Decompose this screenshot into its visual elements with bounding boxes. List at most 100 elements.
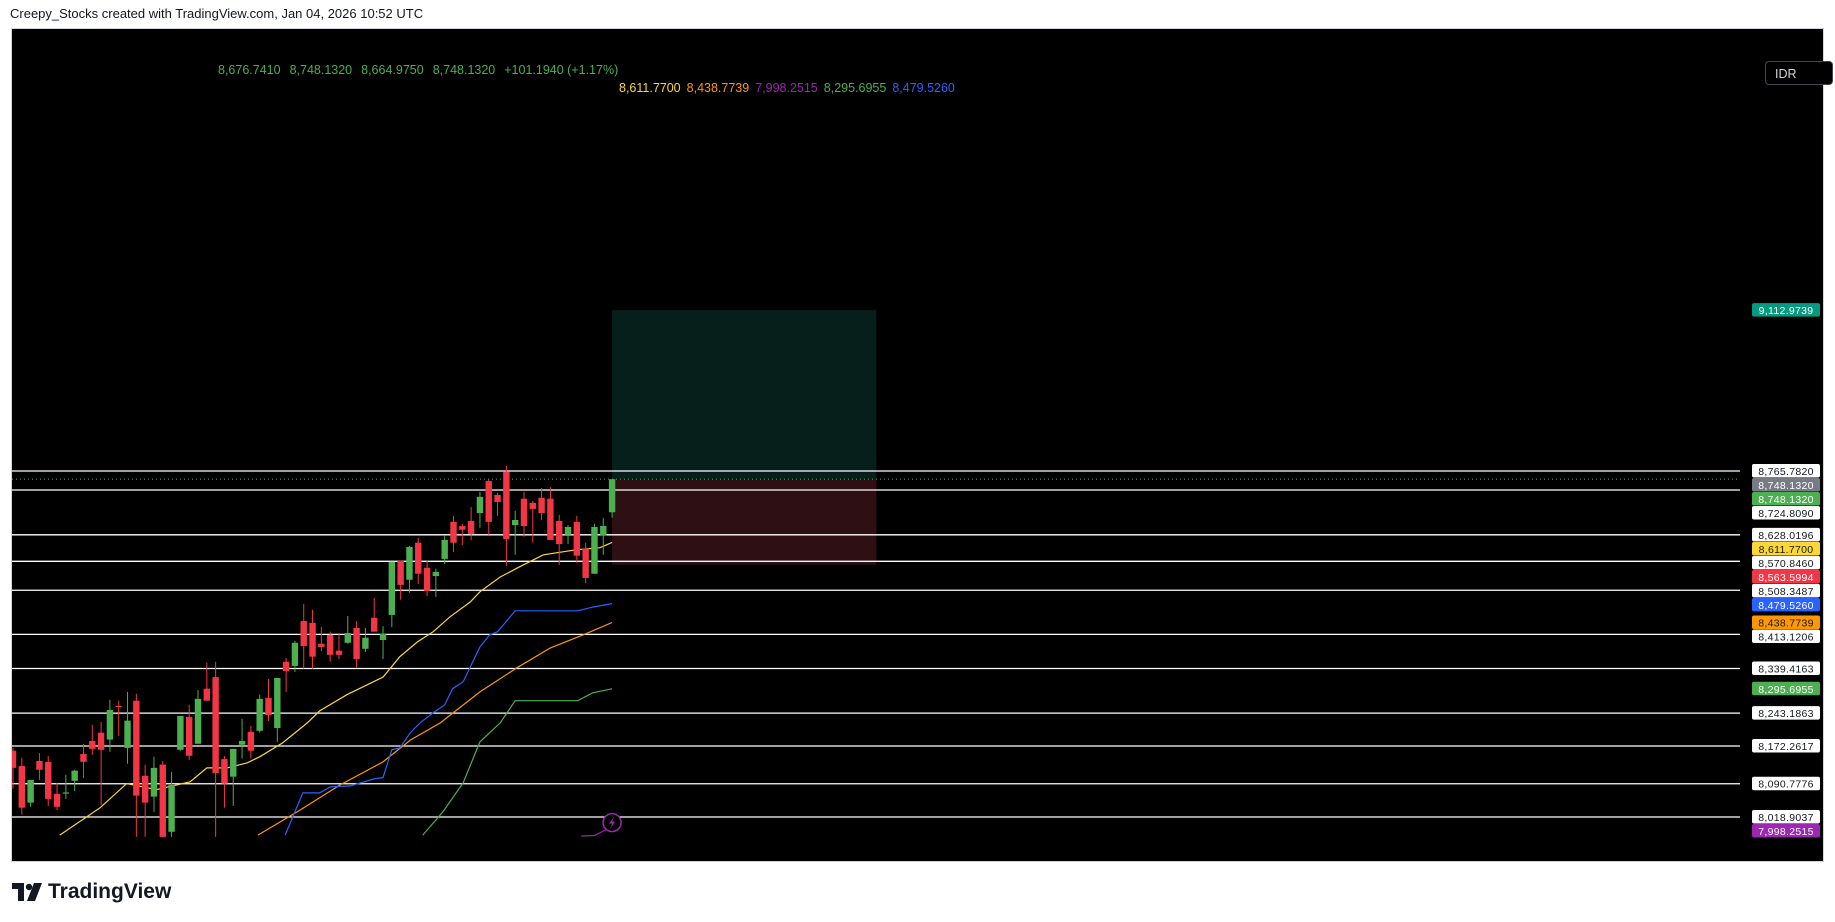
price-axis-label-text: 8,018.9037 — [1758, 812, 1814, 824]
price-axis-label-text: 8,563.5994 — [1758, 572, 1814, 584]
candle-up — [441, 539, 448, 559]
candle-down — [503, 471, 510, 540]
candle-down — [97, 732, 105, 750]
candle-down — [300, 621, 307, 647]
candle-down — [247, 731, 255, 751]
candle-down — [282, 661, 290, 672]
candle-down — [415, 542, 422, 574]
candle-up — [177, 715, 184, 750]
candle-down — [538, 497, 545, 514]
candle-down — [556, 520, 563, 545]
chart-credit: Creepy_Stocks created with TradingView.c… — [10, 6, 424, 21]
candle-up — [256, 698, 263, 731]
candle-up — [238, 741, 246, 745]
legend-high: 8,748.1320 — [289, 63, 353, 77]
candle-up — [124, 720, 131, 748]
price-axis-label-text: 8,628.0196 — [1758, 530, 1814, 542]
candle-down — [80, 753, 87, 762]
candle-down — [326, 634, 334, 655]
candle-up — [274, 677, 281, 729]
candle-down — [265, 697, 272, 716]
price-axis-label-text: 8,724.8090 — [1758, 508, 1814, 520]
ma-legend: 8,611.7700 8,438.7739 7,998.2515 8,295.6955… — [619, 81, 961, 95]
candle-down — [467, 520, 475, 534]
candle-down — [212, 677, 219, 773]
candle-up — [27, 779, 34, 803]
candle-up — [194, 698, 202, 744]
price-axis-label-text: 8,172.2617 — [1758, 741, 1814, 753]
position-stop-zone — [612, 479, 877, 565]
candle-up — [344, 633, 351, 643]
candle-down — [335, 650, 343, 655]
candle-up — [362, 637, 369, 649]
candle-up — [62, 792, 70, 794]
moving-average-line — [422, 688, 613, 836]
candle-up — [511, 520, 519, 526]
candle-up — [564, 526, 572, 535]
ma-value-purple: 7,998.2515 — [755, 81, 818, 95]
price-axis-label-text: 8,611.7700 — [1759, 544, 1814, 556]
candle-down — [353, 627, 360, 659]
candle-down — [494, 494, 501, 502]
price-axis-label-text: 8,570.8460 — [1758, 558, 1814, 570]
logo-text: TradingView — [48, 880, 172, 903]
currency-button[interactable]: IDR — [1765, 61, 1833, 85]
candle-down — [53, 793, 61, 807]
candle-down — [115, 705, 122, 707]
candle-up — [591, 526, 598, 574]
tradingview-logo[interactable]: TradingView — [12, 880, 171, 904]
candle-down — [221, 759, 228, 784]
candle-up — [608, 479, 616, 513]
price-axis-label-text: 8,748.1320 — [1758, 494, 1814, 506]
price-axis-label-text: 8,765.7820 — [1758, 466, 1814, 478]
candle-up — [150, 767, 158, 797]
candle-down — [485, 481, 492, 522]
price-axis-label-text: 8,438.7739 — [1758, 618, 1814, 630]
ma-value-yellow: 8,611.7700 — [619, 81, 681, 95]
candle-down — [450, 521, 457, 543]
candle-up — [476, 496, 484, 514]
candle-up — [230, 748, 237, 777]
candle-down — [36, 760, 43, 770]
price-chart[interactable]: 9,112.9739 8,765.7820 8,748.1320 8,748.1320… — [12, 29, 1823, 861]
price-axis-label-text: 8,339.4163 — [1758, 664, 1814, 676]
price-axis-label-text: 7,998.2515 — [1758, 826, 1814, 838]
price-axis-label-text: 8,748.1320 — [1758, 480, 1814, 492]
candle-down — [159, 764, 166, 837]
price-axis-label-text: 8,090.7776 — [1758, 779, 1814, 791]
price-axis-label-text: 8,508.3487 — [1758, 586, 1814, 598]
legend-change: +101.1940 (+1.17%) — [504, 63, 619, 77]
candle-up — [168, 785, 175, 832]
price-axis-label-text: 8,479.5260 — [1758, 600, 1814, 612]
price-axis-label-text: 8,413.1206 — [1758, 632, 1814, 644]
candle-down — [573, 521, 581, 556]
price-axis-label-text: 9,112.9739 — [1759, 305, 1814, 317]
price-axis-label-text: 8,243.1863 — [1758, 708, 1814, 720]
chart-pane[interactable]: 9,112.9739 8,765.7820 8,748.1320 8,748.1320… — [11, 28, 1833, 862]
candle-down — [520, 498, 528, 527]
candle-up — [379, 633, 387, 641]
position-target-zone — [612, 310, 877, 480]
candle-down — [547, 498, 554, 540]
ma-value-blue: 8,479.5260 — [892, 81, 955, 95]
candle-up — [432, 571, 440, 577]
ohlc-legend: 8,676.7410 8,748.1320 8,664.9750 8,748.1320… — [218, 63, 627, 77]
candle-down — [397, 560, 404, 585]
tradingview-logo-icon — [12, 883, 42, 901]
candle-down — [133, 700, 140, 796]
price-axis-label-text: 8,295.6955 — [1758, 684, 1814, 696]
candle-down — [18, 766, 26, 808]
candle-down — [141, 775, 149, 803]
legend-low: 8,664.9750 — [361, 63, 424, 77]
candle-up — [291, 642, 299, 666]
candle-up — [388, 561, 396, 615]
candle-down — [459, 526, 466, 530]
candle-down — [203, 688, 211, 701]
candle-down — [12, 750, 17, 768]
ma-value-orange: 8,438.7739 — [686, 81, 750, 95]
legend-open: 8,676.7410 — [218, 63, 281, 77]
candle-down — [423, 567, 431, 591]
candle-down — [89, 741, 96, 749]
candle-down — [45, 761, 52, 799]
candle-down — [186, 716, 193, 756]
